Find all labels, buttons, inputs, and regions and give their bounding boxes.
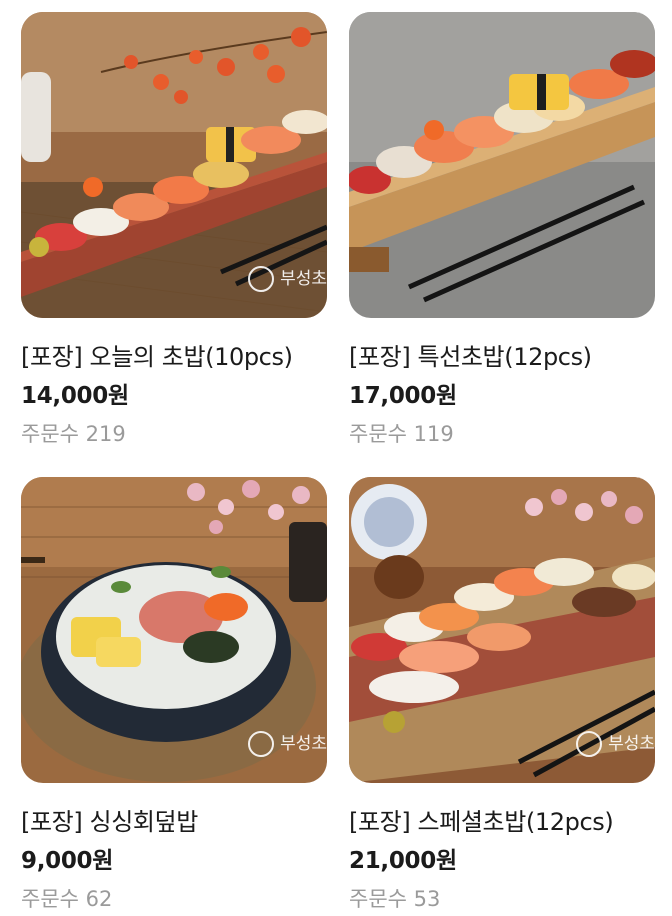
product-image[interactable]: 부성초 xyxy=(21,12,327,318)
brand-logo: 부성초 xyxy=(248,264,327,292)
product-price: 17,000원 xyxy=(349,383,457,409)
brand-mark-icon xyxy=(576,731,603,757)
product-name[interactable]: [포장] 스페셜초밥(12pcs) xyxy=(349,802,614,837)
product-image[interactable]: 부성초 xyxy=(21,477,327,783)
product-card[interactable]: 부성초 [포장] 오늘의 초밥(10pcs) 14,000원 주문수 219 xyxy=(21,12,327,446)
product-price: 21,000원 xyxy=(349,848,457,874)
product-order-count: 주문수 119 xyxy=(349,422,454,446)
product-order-count: 주문수 53 xyxy=(349,887,441,911)
product-image[interactable]: 부성초 xyxy=(349,477,655,783)
product-order-count: 주문수 62 xyxy=(21,887,113,911)
product-image[interactable] xyxy=(349,12,655,318)
product-name[interactable]: [포장] 싱싱회덮밥 xyxy=(21,802,198,837)
product-grid: 부성초 [포장] 오늘의 초밥(10pcs) 14,000원 주문수 219 [… xyxy=(0,0,672,916)
product-card[interactable]: 부성초 [포장] 싱싱회덮밥 9,000원 주문수 62 xyxy=(21,477,327,911)
sushi-platter-image xyxy=(349,12,655,318)
brand-logo: 부성초 xyxy=(248,729,327,757)
product-name[interactable]: [포장] 오늘의 초밥(10pcs) xyxy=(21,337,293,372)
product-card[interactable]: 부성초 [포장] 스페셜초밥(12pcs) 21,000원 주문수 53 xyxy=(349,477,655,911)
product-order-count: 주문수 219 xyxy=(21,422,126,446)
brand-mark-icon xyxy=(248,266,275,292)
product-price: 9,000원 xyxy=(21,848,114,874)
product-price: 14,000원 xyxy=(21,383,129,409)
brand-logo: 부성초 xyxy=(576,729,655,757)
product-card[interactable]: [포장] 특선초밥(12pcs) 17,000원 주문수 119 xyxy=(349,12,655,446)
product-name[interactable]: [포장] 특선초밥(12pcs) xyxy=(349,337,592,372)
brand-mark-icon xyxy=(248,731,275,757)
